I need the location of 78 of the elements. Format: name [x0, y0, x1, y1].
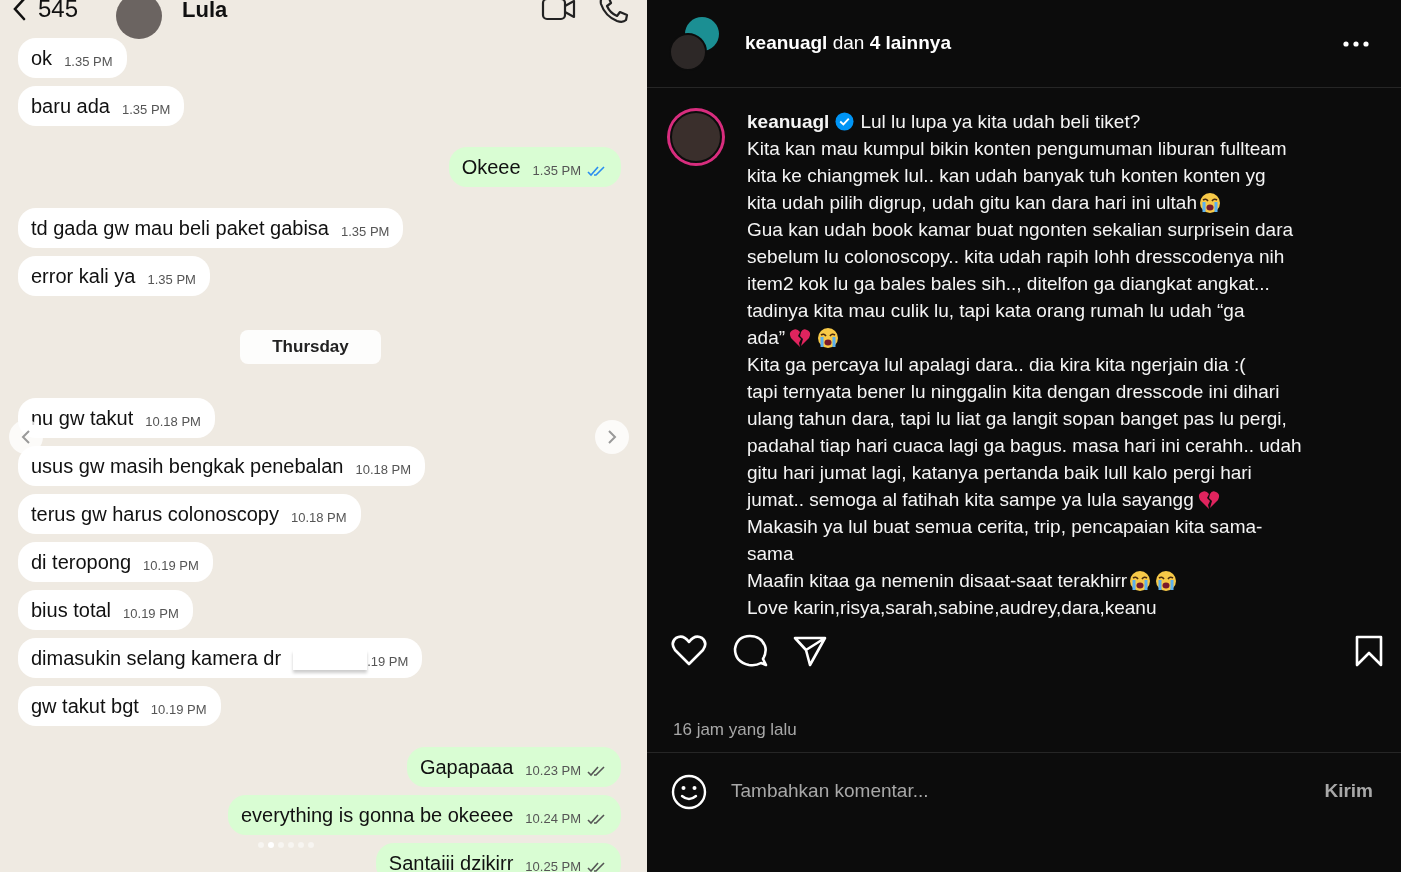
- message-time: 10.25 PM: [525, 858, 581, 872]
- caption-text: Love karin,risya,sarah,sabine,audrey,dara,keanu: [747, 596, 1157, 620]
- caption-text: padahal tiap hari cuaca lagi ga bagus. masa hari ini cerahh.. udah: [747, 434, 1302, 458]
- message-time: 10.18 PM: [355, 461, 412, 478]
- crying-face-icon: [1155, 569, 1178, 592]
- caption-username[interactable]: keanuagl: [747, 108, 830, 135]
- caption-text: sebelum lu colonoscopy.. kita udah rapih lohh dresscodenya nih: [747, 245, 1285, 269]
- caption-text: tapi ternyata bener lu ninggalin kita dengan dresscode ini dihari: [747, 380, 1280, 404]
- message-time: 10.19 PM: [150, 701, 207, 718]
- carousel-dots[interactable]: [258, 842, 314, 848]
- date-chip: Thursday: [240, 330, 381, 364]
- message-time: .19 PM: [367, 653, 409, 670]
- message-text: nu gw takut: [31, 405, 134, 430]
- phone-icon[interactable]: [597, 0, 629, 24]
- caption-text: Kita kan mau kumpul bikin konten pengumuman liburan fullteam: [747, 137, 1287, 161]
- message-text: Gapapaaa: [419, 754, 514, 779]
- chevron-icon: [607, 429, 617, 445]
- message-time: 1.35 PM: [121, 102, 171, 118]
- message-time: 10.19 PM: [123, 605, 179, 622]
- caption-text: Gua kan udah book kamar buat ngonten sekalian surprisein dara: [747, 218, 1294, 242]
- contact-name[interactable]: Lula: [182, 0, 228, 26]
- post-authors[interactable]: keanuagl dan 4 lainnya: [745, 29, 951, 58]
- broken-heart-icon: [1197, 488, 1220, 511]
- crying-face-icon: [817, 326, 840, 349]
- caption-text: kita ke chiangmek lul.. kan udah banyak tuh konten konten yg: [747, 164, 1266, 188]
- share-icon[interactable]: [793, 635, 827, 667]
- send-button[interactable]: Kirim: [1324, 777, 1373, 806]
- message-text: baru ada: [31, 94, 110, 118]
- message-time: 1.35 PM: [532, 163, 581, 179]
- message-text: Okeee: [461, 155, 521, 179]
- caption-text: kita udah pilih digrup, udah gitu kan dara hari ini ultah: [747, 191, 1197, 215]
- back-icon[interactable]: [12, 0, 26, 21]
- bookmark-icon[interactable]: [1355, 635, 1383, 667]
- message-time: 1.35 PM: [64, 54, 113, 70]
- message-text: td gada gw mau beli paket gabisa: [31, 216, 329, 240]
- caption-text: jumat.. semoga al fatihah kita sampe ya lula sayangg: [747, 488, 1194, 512]
- crying-face-icon: [1129, 569, 1152, 592]
- message-time: 10.18 PM: [145, 413, 201, 430]
- message-text: error kali ya: [31, 264, 136, 288]
- caption-text: Makasih ya lul buat semua cerita, trip, pencapaian kita sama-: [747, 515, 1263, 539]
- story-avatar[interactable]: [667, 108, 725, 166]
- message-time: 1.35 PM: [341, 224, 390, 240]
- message-time: 1.35 PM: [147, 272, 196, 288]
- message-time: 10.23 PM: [525, 762, 581, 779]
- heart-icon[interactable]: [671, 635, 707, 667]
- more-icon[interactable]: [1343, 40, 1369, 47]
- message-text: terus gw harus colonoscopy: [31, 501, 279, 526]
- caption-text: gitu hari jumat lagi, katanya pertanda baik lull kalo pergi hari: [747, 461, 1252, 485]
- message-time: 10.24 PM: [525, 810, 581, 827]
- back-count[interactable]: 545: [38, 0, 79, 27]
- message-time: 10.19 PM: [143, 557, 199, 574]
- caption-text: item2 kok lu ga bales bales sih.., ditelfon ga diangkat angkat...: [747, 272, 1270, 296]
- message-text: di teropong: [31, 549, 132, 574]
- message-text: ok: [31, 46, 53, 70]
- caption-text: Lul lu lupa ya kita udah beli tiket?: [860, 110, 1141, 134]
- comment-input-field[interactable]: Tambahkan komentar...: [731, 777, 1325, 806]
- comment-icon[interactable]: [732, 634, 768, 668]
- stacked-avatars-drawing: [669, 18, 719, 69]
- post-time: 16 jam yang lalu: [672, 719, 798, 741]
- caption-text: ada”: [747, 326, 786, 350]
- message-time: 10.18 PM: [290, 509, 347, 526]
- caption-text: sama: [747, 542, 794, 566]
- caption-text: Maafin kitaa ga nemenin disaat-saat terakhirr: [747, 569, 1128, 593]
- video-call-icon[interactable]: [541, 0, 577, 22]
- message-text: gw takut bgt: [31, 693, 139, 718]
- emoji-icon[interactable]: [671, 773, 707, 810]
- message-text: everything is gonna be okeeee: [240, 802, 514, 827]
- caption-text: Kita ga percaya lul apalagi dara.. dia kira kita ngerjain dia :(: [747, 353, 1246, 377]
- message-text: dimasukin selang kamera dr: [31, 645, 282, 670]
- broken-heart-icon: [789, 326, 812, 349]
- message-text: usus gw masih bengkak penebalan: [31, 453, 344, 478]
- crying-face-icon: [1199, 191, 1221, 214]
- caption-text: tadinya kita mau culik lu, tapi kata orang rumah lu udah “ga: [747, 299, 1245, 323]
- chevron-icon: [21, 429, 31, 445]
- avatar-photo-placeholder: [116, 0, 163, 39]
- caption-text: ulang tahun dara, tapi lu liat ga langit sopan banget pas lu pergi,: [747, 407, 1287, 431]
- message-text: Santaiii dzikirr: [388, 850, 514, 872]
- message-text: bius total: [31, 597, 112, 622]
